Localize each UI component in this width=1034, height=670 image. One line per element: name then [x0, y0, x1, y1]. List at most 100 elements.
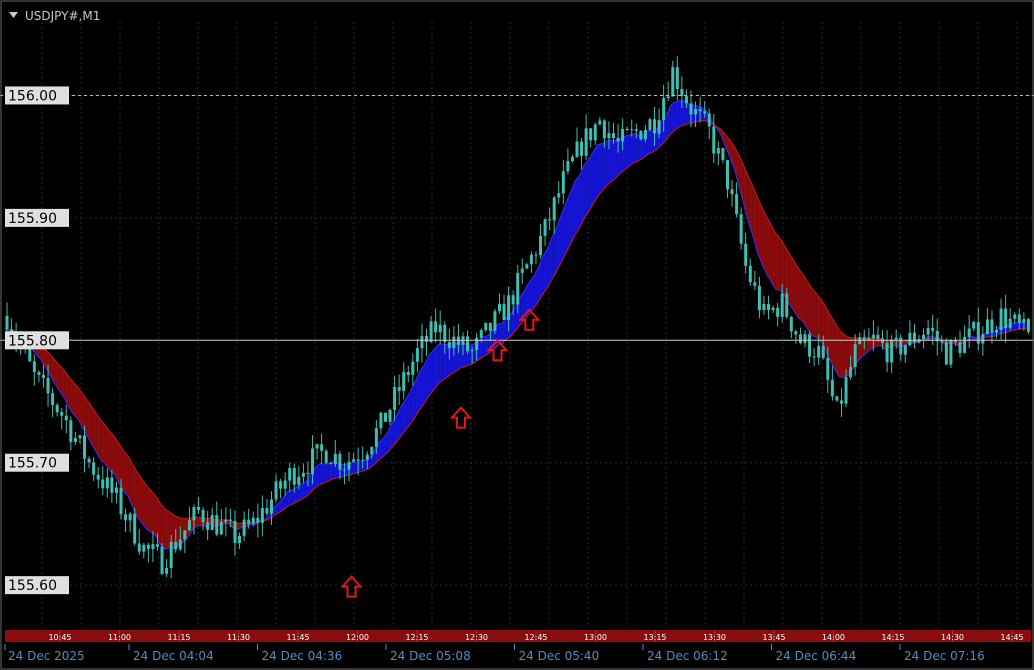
candle-body — [1026, 319, 1030, 332]
candle-body — [315, 444, 319, 449]
candle-body — [826, 357, 830, 380]
candle-body — [434, 321, 438, 333]
candle-body — [356, 459, 360, 461]
candle-body — [675, 67, 679, 89]
price-tick-label: 155.90 — [8, 211, 57, 227]
candle-body — [46, 377, 50, 394]
candle-body — [183, 530, 187, 540]
candle-body — [411, 361, 415, 376]
candle-body — [247, 519, 251, 524]
candle-body — [83, 435, 87, 459]
candle-body — [497, 303, 501, 312]
candle-body — [808, 334, 812, 357]
candle-body — [985, 319, 989, 335]
price-chart[interactable]: 156.00 155.90 155.80 155.70 155.60 10:45 11:0… — [0, 0, 1034, 670]
ribbon-segment — [602, 141, 607, 191]
candle-body — [689, 103, 693, 115]
candle-body — [657, 119, 661, 134]
ribbon-segment — [834, 322, 840, 378]
candle-body — [105, 477, 109, 489]
candle-body — [972, 321, 976, 329]
time-band: 10:45 11:00 11:15 11:30 11:45 12:00 12:15 12:30… — [5, 630, 1031, 642]
ribbon-segment — [137, 472, 142, 524]
candle-body — [520, 268, 524, 273]
candle-body — [128, 513, 132, 521]
candle-body — [684, 96, 688, 104]
candle-body — [443, 324, 447, 343]
ribbon-segment — [647, 130, 653, 155]
ribbon-segment — [611, 140, 617, 182]
ribbon-segment — [160, 502, 165, 550]
candle-body — [543, 219, 547, 236]
candle-body — [798, 334, 802, 343]
candle-body — [671, 67, 675, 97]
candle-body — [844, 377, 848, 404]
time-tick-label: 24 Dec 2025 — [8, 649, 85, 663]
candle-body — [963, 336, 967, 354]
candle-body — [228, 519, 232, 521]
candle-body — [41, 374, 45, 378]
candle-body — [219, 521, 223, 535]
candle-body — [233, 520, 237, 543]
candle-body — [862, 337, 866, 341]
candle-body — [771, 307, 775, 311]
candle-body — [995, 329, 999, 333]
candle-body — [51, 393, 55, 405]
candle-body — [438, 324, 442, 333]
ribbon-segment — [803, 274, 808, 330]
candle-body — [694, 109, 698, 115]
time-tick-label: 24 Dec 05:40 — [519, 649, 600, 663]
ribbon-segment — [625, 134, 630, 170]
candle-body — [265, 508, 269, 514]
candle-body — [242, 519, 246, 536]
candle-body — [484, 322, 488, 331]
candle-body — [370, 447, 374, 455]
candle-body — [926, 327, 930, 335]
candle-body — [470, 350, 474, 352]
candle-body — [666, 96, 670, 99]
candle-body — [210, 515, 214, 530]
candle-body — [611, 133, 615, 139]
ribbon-segment — [123, 450, 129, 497]
candle-body — [151, 544, 155, 549]
candle-body — [311, 448, 315, 475]
candle-body — [69, 420, 73, 442]
candle-body — [616, 138, 620, 142]
symbol-label: USDJPY#,M1 — [25, 9, 100, 23]
candle-body — [5, 315, 9, 330]
candle-body — [621, 128, 625, 142]
time-band-label: 13:15 — [643, 633, 666, 642]
time-band-label: 14:30 — [941, 633, 964, 642]
candle-body — [178, 539, 182, 550]
candle-body — [876, 334, 880, 339]
ribbon-segment — [775, 233, 781, 291]
candle-body — [347, 461, 351, 470]
candle-body — [493, 311, 497, 331]
time-band-label: 14:00 — [822, 633, 845, 642]
candle-body — [903, 345, 907, 355]
candle-body — [730, 189, 734, 195]
candle-body — [352, 459, 356, 462]
candle-body — [1022, 319, 1026, 323]
candle-body — [648, 119, 652, 130]
candle-body — [748, 265, 752, 283]
ribbon-segment — [588, 151, 594, 212]
candle-body — [274, 481, 278, 500]
candle-body — [949, 340, 953, 365]
candle-body — [552, 197, 556, 221]
candle-body — [981, 334, 985, 344]
time-band-label: 12:45 — [524, 633, 547, 642]
candle-body — [935, 330, 939, 342]
ribbon-segment — [109, 431, 115, 475]
candle-body — [999, 308, 1003, 330]
ribbon-segment — [597, 143, 603, 197]
ribbon-segment — [584, 159, 589, 219]
ribbon-segment — [324, 463, 329, 483]
candle-body — [744, 243, 748, 266]
candle-body — [447, 342, 451, 348]
candle-body — [452, 336, 456, 348]
candle-body — [415, 348, 419, 362]
candle-body — [721, 148, 725, 161]
candle-body — [753, 282, 757, 286]
candle-body — [114, 487, 118, 493]
